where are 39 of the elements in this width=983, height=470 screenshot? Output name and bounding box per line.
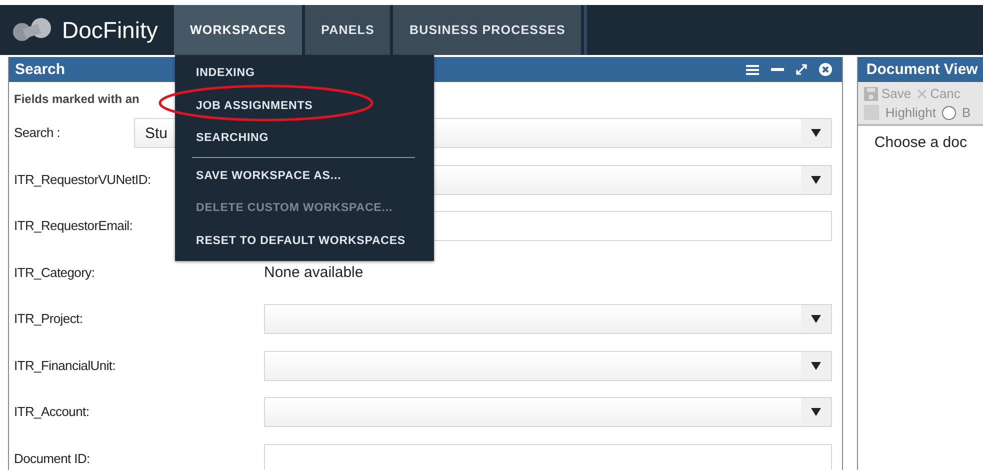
required-note: Fields marked with an <box>14 92 140 106</box>
nav-tab[interactable]: WORKSPACES <box>174 5 302 55</box>
caret-icon <box>811 129 822 138</box>
field-label: Search : <box>14 125 60 140</box>
close-icon[interactable] <box>819 63 832 76</box>
caret-icon <box>811 176 822 184</box>
expand-icon[interactable] <box>796 64 808 75</box>
logo-icon <box>12 17 54 43</box>
menu-item[interactable]: SAVE WORKSPACE AS... <box>175 160 362 192</box>
dropdown-field[interactable] <box>264 350 832 381</box>
menu-item[interactable]: RESET TO DEFAULT WORKSPACES <box>175 224 427 257</box>
checkbox-label: Highlight <box>885 105 936 120</box>
caret-icon <box>811 362 822 370</box>
field-value: None available <box>264 264 364 282</box>
dropdown-field[interactable] <box>264 304 832 334</box>
input-field[interactable] <box>264 444 832 470</box>
field-label: Document ID: <box>14 450 90 466</box>
app-name: DocFinity <box>62 16 158 44</box>
field-label: ITR_Account: <box>14 404 90 420</box>
caret-icon <box>811 408 822 416</box>
highlight-checkbox[interactable] <box>864 105 880 120</box>
panel-title: Search <box>15 61 66 78</box>
field-label: ITR_Project: <box>14 311 83 326</box>
radio-label: B <box>962 105 971 120</box>
minimize-icon[interactable] <box>771 68 784 72</box>
field-label: ITR_RequestorEmail: <box>14 218 133 234</box>
nav-tab[interactable]: BUSINESS PROCESSES <box>393 5 582 55</box>
menu-item[interactable]: INDEXING <box>175 57 276 90</box>
caret-icon <box>811 315 822 324</box>
field-label: ITR_RequestorVUNetID: <box>14 172 151 187</box>
field-label: ITR_Category: <box>14 264 95 280</box>
panel-title: Document View <box>858 57 983 82</box>
empty-message: Choose a doc <box>873 133 968 153</box>
dropdown-field[interactable] <box>264 397 832 428</box>
x-icon <box>917 88 928 98</box>
nav-tab[interactable]: PANELS <box>305 5 390 55</box>
field-label: ITR_FinancialUnit: <box>14 358 116 373</box>
menu-icon[interactable] <box>746 64 760 76</box>
radio-button[interactable] <box>942 106 956 120</box>
